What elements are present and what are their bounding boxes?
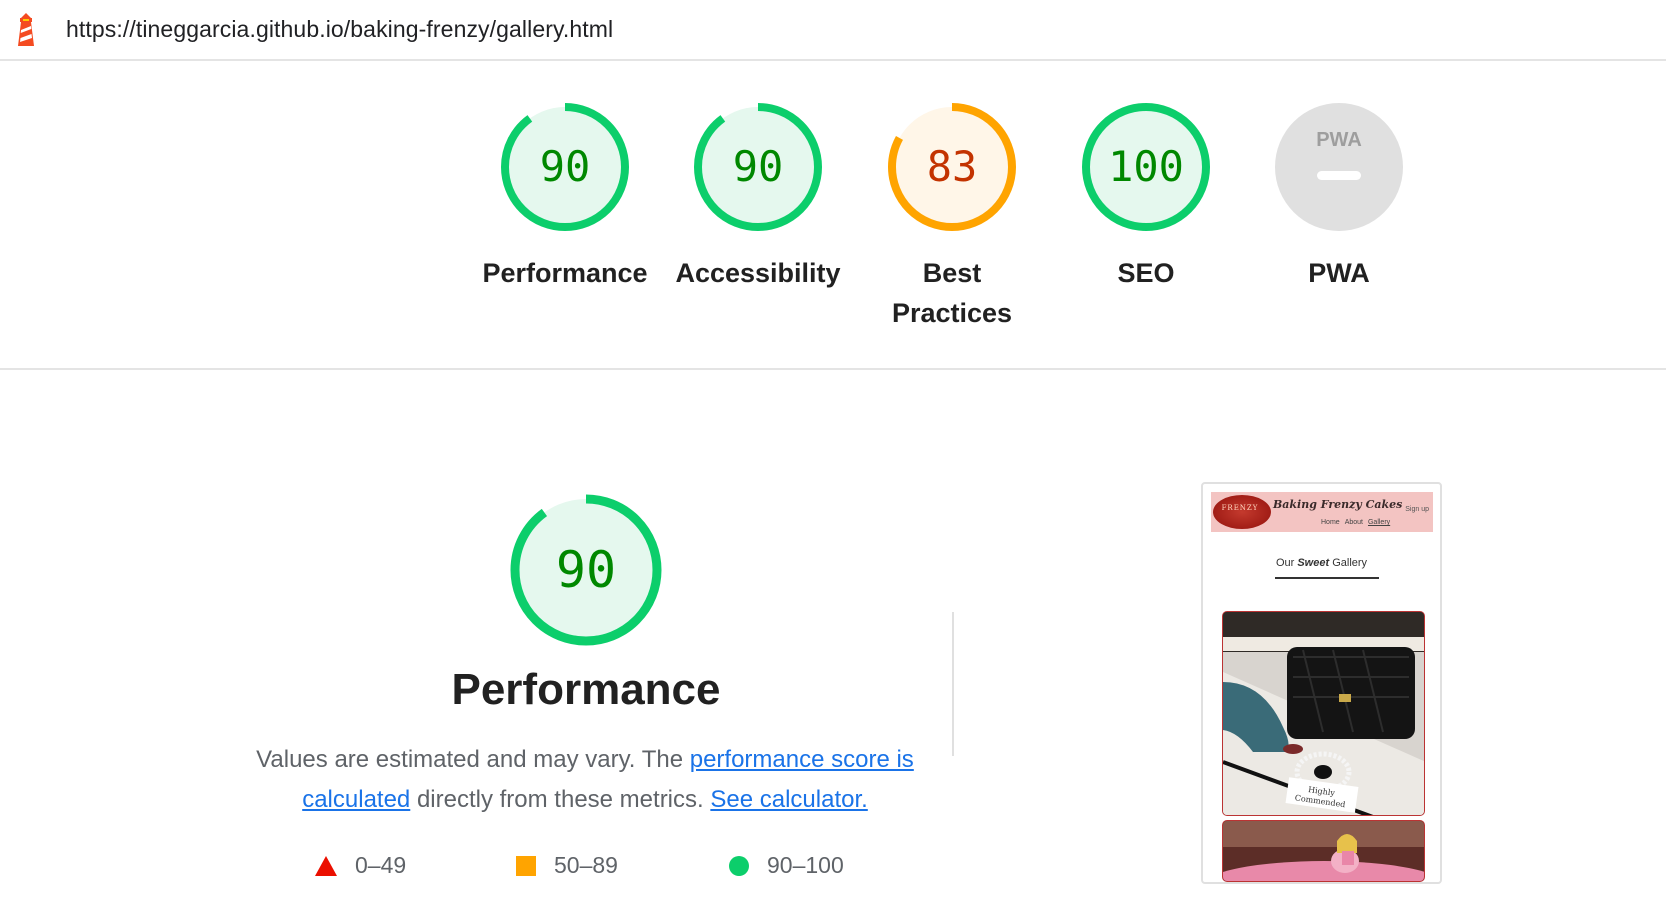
see-calculator-link[interactable]: See calculator. <box>710 786 867 813</box>
report-url[interactable]: https://tineggarcia.github.io/baking-fre… <box>66 16 613 43</box>
site-logo-text: FRENZY <box>1221 504 1259 512</box>
gauge-label: Performance <box>482 258 648 288</box>
gauge-pwa[interactable]: PWA PWA <box>1249 101 1429 293</box>
vertical-divider <box>952 612 954 756</box>
gallery-title-em: Sweet <box>1297 557 1330 569</box>
gallery-photo-handbag-cake: Highly Commended <box>1222 611 1425 816</box>
site-brand: Baking Frenzy Cakes <box>1273 498 1403 511</box>
gallery-photo-princess-cake <box>1222 820 1425 882</box>
description-prefix: Values are estimated and may vary. The <box>256 746 690 773</box>
gauge-ring: 100 <box>1082 103 1210 231</box>
lighthouse-icon <box>18 13 34 46</box>
legend-item-pass: 90–100 <box>729 852 844 879</box>
square-icon <box>516 855 536 876</box>
legend-item-fail: 0–49 <box>315 852 406 879</box>
report-header: https://tineggarcia.github.io/baking-fre… <box>0 0 1666 61</box>
gauge-score: 90 <box>540 142 591 191</box>
pwa-badge-icon: PWA <box>1275 103 1403 231</box>
final-screenshot[interactable]: FRENZY Baking Frenzy Cakes Sign up Home A… <box>1201 482 1442 884</box>
description-middle: directly from these metrics. <box>410 786 711 813</box>
gauge-label: SEO <box>1117 258 1175 288</box>
gauge-label: Accessibility <box>675 258 841 288</box>
gauge-ring: 83 <box>888 103 1016 231</box>
gauge-score: 83 <box>927 142 978 191</box>
gallery-title-pre: Our <box>1275 557 1298 569</box>
gauge-accessibility[interactable]: 90 Accessibility <box>668 101 848 293</box>
gauge-ring: 90 <box>694 103 822 231</box>
gauge-seo[interactable]: 100 SEO <box>1056 101 1236 293</box>
gauge-label: Best Practices <box>862 253 1042 333</box>
performance-title: Performance <box>451 665 721 714</box>
performance-description: Values are estimated and may vary. The p… <box>255 740 915 820</box>
section-divider <box>0 368 1666 370</box>
gauge-score: 90 <box>733 142 784 191</box>
gauge-score: 100 <box>1108 142 1184 191</box>
legend-item-average: 50–89 <box>516 852 618 879</box>
circle-icon <box>729 855 749 876</box>
gauge-label-line1: Best <box>922 258 982 288</box>
gallery-title-post: Gallery <box>1329 557 1368 569</box>
gauge-label-line2: Practices <box>891 298 1013 328</box>
legend-range: 90–100 <box>767 852 844 878</box>
site-gallery-title: Our Sweet Gallery <box>1203 557 1440 569</box>
site-nav-gallery: Gallery <box>1367 519 1391 526</box>
gauge-label: PWA <box>1308 258 1370 288</box>
site-signup: Sign up <box>1405 506 1429 513</box>
legend-range: 0–49 <box>355 852 407 878</box>
site-nav-home: Home <box>1321 519 1340 526</box>
score-legend: 0–49 50–89 90–100 <box>0 852 1000 886</box>
performance-score-large: 90 <box>556 541 616 599</box>
legend-range: 50–89 <box>554 852 618 878</box>
gauge-ring: 90 <box>501 103 629 231</box>
gauge-best-practices[interactable]: 83 Best Practices <box>862 101 1042 333</box>
site-nav: Home About Gallery <box>1321 519 1395 526</box>
screenshot-site-header: FRENZY Baking Frenzy Cakes Sign up Home A… <box>1211 492 1433 532</box>
triangle-icon <box>315 855 337 876</box>
performance-gauge-large: 90 <box>510 494 662 646</box>
pwa-badge-text: PWA <box>1316 129 1362 151</box>
gauge-performance[interactable]: 90 Performance <box>475 101 655 293</box>
site-logo <box>1213 495 1271 529</box>
site-nav-about: About <box>1344 519 1363 526</box>
site-title-underline <box>1275 577 1379 579</box>
